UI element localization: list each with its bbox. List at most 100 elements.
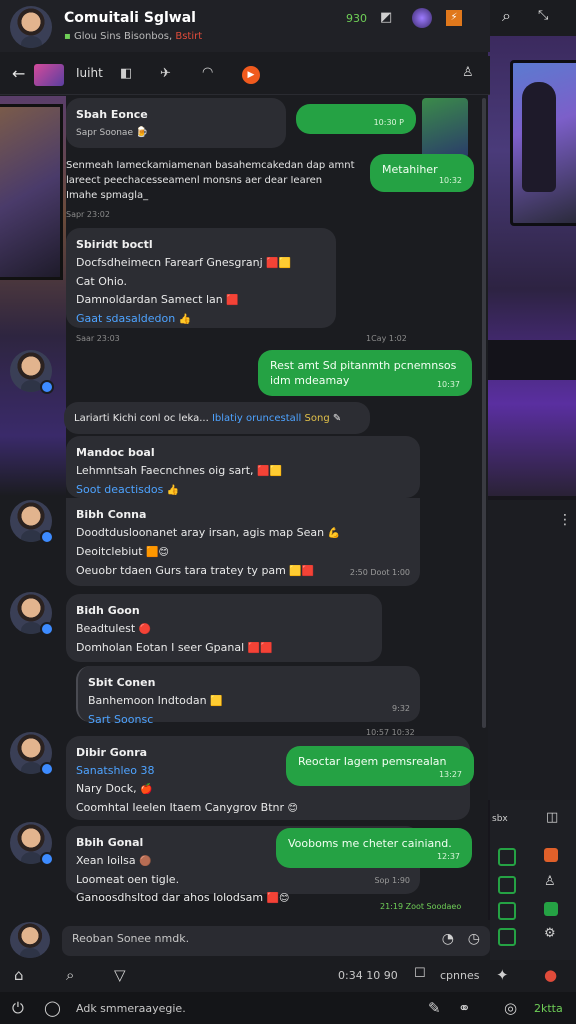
power-icon[interactable]: ⏻ [12, 999, 24, 1017]
message-bubble[interactable]: Sbah Eonce Sapr Soonae 🍺 [66, 98, 286, 148]
message-text: Senmeah Iameckamiamenan basahemcakedan d… [66, 160, 355, 201]
profile-badge-icon[interactable] [412, 8, 432, 28]
message-time: 10:32 [438, 176, 462, 185]
checkbox-icon[interactable] [498, 902, 516, 920]
message-line: Lehmntsah Faecnchnes oig sart, [76, 464, 254, 477]
more-options-icon[interactable]: ⋮ [558, 512, 572, 528]
search-icon[interactable]: ⌕ [66, 966, 74, 984]
message-bubble-outgoing[interactable]: 10:30 P [296, 104, 416, 134]
bookmark-icon[interactable]: ◧ [120, 66, 132, 81]
message-bubble-outgoing[interactable]: Rest amt Sd pitanmth pcnemnsos idm mdeam… [258, 350, 472, 396]
triangle-icon[interactable]: ▽ [114, 966, 126, 984]
emoji-icon: 🟥🟨 [266, 258, 292, 269]
group-avatar[interactable] [10, 6, 52, 48]
verified-badge-icon [40, 622, 54, 636]
search-icon[interactable]: ⌕ [502, 6, 511, 26]
message-meta: Saar 23:03 [76, 334, 120, 343]
message-sender: Sbit Conen [88, 676, 156, 689]
message-bubble-outgoing[interactable]: Reoctar Iagem pemsrealan 13:27 [286, 746, 474, 786]
alert-badge[interactable]: ⚡ [446, 10, 462, 26]
message-link[interactable]: Soot deactisdos [76, 483, 163, 496]
message-sender: Sbiridt boctl [76, 238, 153, 251]
bell-icon[interactable]: ◠ [202, 65, 213, 80]
chat-toolbar: ← Iuiht ◧ ✈ ◠ ▶ ♙ [0, 56, 490, 95]
message-line: Loomeat oen tigle. [76, 873, 180, 886]
status-count: 930 [346, 12, 367, 25]
record-icon[interactable]: ▶ [242, 66, 260, 84]
scrollbar[interactable] [482, 98, 486, 728]
message-bubble[interactable]: Lariarti Kichi conl oc leka... Iblatiy o… [64, 402, 370, 434]
pen-icon[interactable]: ✎ [428, 999, 441, 1017]
chat-subtitle: ▪ Glou Sins Bisonbos, Bstirt [64, 31, 202, 42]
member-avatar[interactable] [10, 592, 54, 636]
chat-icon[interactable]: ◎ [504, 999, 517, 1017]
message-input[interactable]: Reoban Sonee nmdk. ◔ ◷ [62, 926, 490, 956]
puzzle-icon[interactable]: ✦ [496, 966, 509, 984]
message-time: 10:37 [436, 380, 460, 389]
shared-image-thumbnail[interactable] [422, 98, 468, 158]
person-icon[interactable]: ♙ [462, 65, 474, 80]
top-right-controls: ⌕ ⤡ [490, 0, 576, 36]
checkbox-icon[interactable] [498, 876, 516, 894]
bottom-toolbar: ⌂ ⌕ ▽ 0:34 10 90 ☐ cpnnes ✦ ● [0, 960, 576, 992]
checkbox-icon[interactable] [498, 928, 516, 946]
message-bubble[interactable]: Bibh Conna Doodtdusloonanet aray irsan, … [66, 498, 420, 586]
timer-icon[interactable]: ◔ [442, 931, 454, 947]
emoji-icon: 🔴 [138, 624, 152, 635]
link-icon[interactable]: ⚭ [458, 999, 471, 1017]
verified-badge-icon [40, 380, 54, 394]
member-avatar[interactable] [10, 500, 54, 544]
message-bubble[interactable]: Mandoc boal Lehmntsah Faecnchnes oig sar… [66, 436, 420, 498]
member-avatar[interactable] [10, 350, 54, 394]
message-bubble[interactable]: Sbiridt boctl Docfsdheimecn Farearf Gnes… [66, 228, 336, 328]
expand-icon[interactable]: ⤡ [538, 8, 548, 23]
orange-tag-icon[interactable] [544, 848, 558, 862]
message-time: 1Cay 1:02 [366, 334, 407, 343]
verified-badge-icon [40, 852, 54, 866]
circle-icon[interactable]: ◯ [44, 999, 61, 1017]
message-sender: Bibh Conna [76, 508, 147, 521]
pin-icon[interactable]: ✈ [160, 66, 171, 81]
back-arrow-icon[interactable]: ← [12, 64, 25, 83]
chat-header: Comuitali Sglwal ▪ Glou Sins Bisonbos, B… [0, 0, 490, 52]
message-bubble[interactable]: Bidh Goon Beadtulest 🔴 Domholan Eotan I … [66, 594, 382, 662]
message-link[interactable]: Gaat sdasaldedon [76, 312, 175, 325]
background-desk [488, 340, 576, 380]
message-line: Cat Ohio. [76, 275, 127, 288]
tab-label[interactable]: Iuiht [76, 66, 103, 80]
message-link[interactable]: Iblatiy oruncestall [212, 413, 301, 424]
message-list[interactable]: Sbah Eonce Sapr Soonae 🍺 10:30 P Metahih… [64, 96, 482, 916]
member-avatar[interactable] [10, 822, 54, 866]
emoji-icon: 👍 [178, 314, 192, 325]
message-link[interactable]: Sart Soonsc [88, 713, 153, 726]
member-avatar[interactable] [10, 732, 54, 776]
self-avatar[interactable] [10, 922, 50, 958]
message-bubble-outgoing[interactable]: Vooboms me cheter cainiand. 12:37 [276, 828, 472, 868]
gallery-thumbnail[interactable] [34, 64, 64, 86]
message-text: Vooboms me cheter cainiand. [288, 837, 452, 850]
settings-icon[interactable]: ⚙ [544, 926, 556, 941]
message-line: Nary Dock, [76, 782, 137, 795]
footer-bar: ⏻ ◯ Adk smmeraayegie. ✎ ⚭ ◎ 2ktta [0, 992, 576, 1024]
message-sender: Sbah Eonce [76, 108, 148, 121]
message-time: 9:32 [392, 704, 410, 713]
message-bubble-outgoing[interactable]: Metahiher 10:32 [370, 154, 474, 192]
message-line: Ganoosdhsltod dar ahos Iolodsam [76, 891, 264, 904]
alert-icon[interactable]: ● [544, 966, 557, 984]
left-background-monitor [0, 104, 63, 280]
clock-icon[interactable]: ◷ [468, 931, 480, 947]
message-line: Banhemoon Indtodan [88, 694, 207, 707]
home-icon[interactable]: ⌂ [14, 966, 24, 984]
square-icon[interactable]: ☐ [414, 966, 426, 981]
message-line: Deoitclebiut [76, 545, 143, 558]
side-panel: sbx ◫ ♙ ⚙ [490, 800, 576, 960]
shield-icon[interactable] [544, 902, 558, 916]
subtitle-members: Glou Sins Bisonbos, [73, 31, 173, 42]
quoted-message[interactable]: Sbit Conen Banhemoon Indtodan 🟨 Sart Soo… [76, 666, 420, 726]
emoji-icon: 🟥🟨 [257, 466, 282, 477]
message-text: Sapr Soonae [76, 128, 133, 138]
checkbox-icon[interactable] [498, 848, 516, 866]
user-icon[interactable]: ♙ [544, 874, 556, 889]
online-indicator: ▪ [64, 31, 71, 42]
square-icon[interactable]: ◫ [546, 810, 558, 825]
